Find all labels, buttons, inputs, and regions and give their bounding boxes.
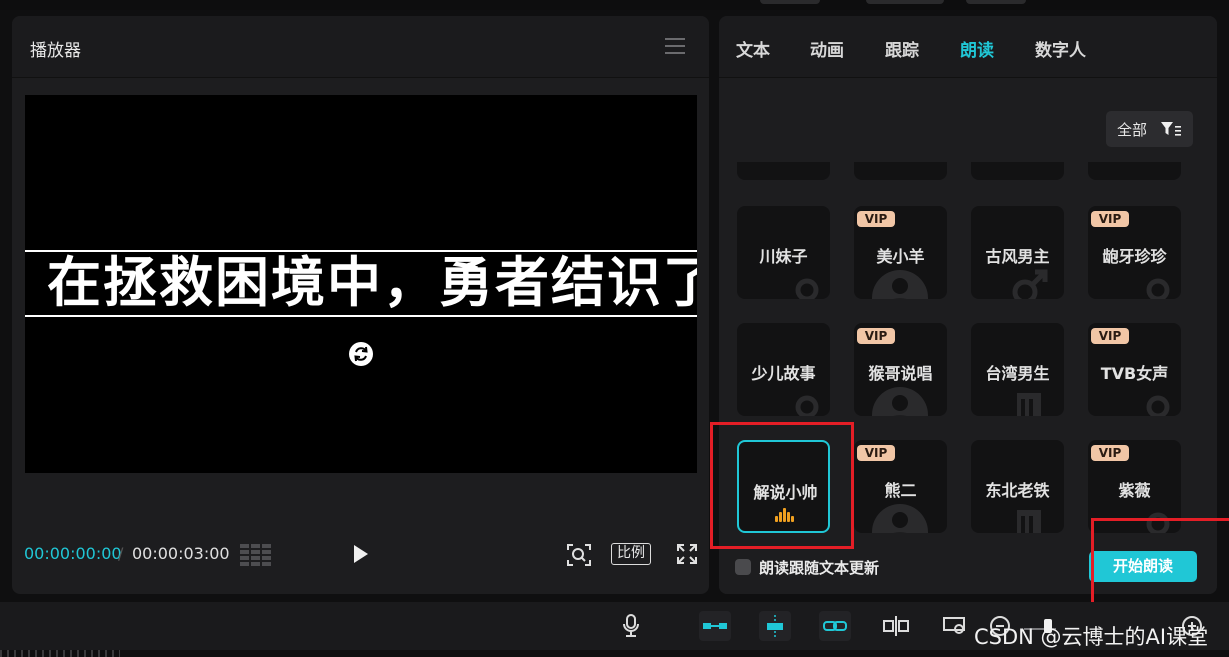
voice-name: 川妹子 — [759, 247, 808, 266]
rotate-icon[interactable] — [349, 342, 373, 366]
tab-read-aloud[interactable]: 朗读 — [960, 36, 994, 61]
filter-icon — [1161, 122, 1181, 136]
top-toolbar-strip — [0, 0, 1229, 10]
player-title: 播放器 — [30, 41, 81, 61]
subtitle-text[interactable]: 在拯救困境中，勇者结识了 — [47, 251, 697, 315]
vip-badge: VIP — [1091, 211, 1129, 227]
preview-zoom-icon[interactable] — [940, 611, 972, 641]
microphone-icon[interactable] — [615, 611, 647, 641]
menu-icon[interactable] — [665, 38, 685, 54]
voice-card[interactable]: VIP 熊二 — [854, 440, 947, 533]
vip-badge: VIP — [1091, 328, 1129, 344]
follow-text-label: 朗读跟随文本更新 — [759, 559, 880, 577]
vip-badge: VIP — [857, 328, 895, 344]
chain-link-icon[interactable] — [819, 611, 851, 641]
app-window: 播放器 在拯救困境中，勇者结识了 00:00:00:00 / 00:00:03:… — [0, 0, 1229, 657]
fullscreen-icon[interactable] — [676, 543, 698, 565]
voice-name: 紫薇 — [1118, 481, 1151, 500]
voice-name: 龅牙珍珍 — [1102, 247, 1167, 266]
voice-card[interactable]: VIP 猴哥说唱 — [854, 323, 947, 416]
vip-badge: VIP — [1091, 445, 1129, 461]
voice-card[interactable]: VIP 美小羊 — [854, 206, 947, 299]
voice-card[interactable]: 台湾男生 — [971, 323, 1064, 416]
voice-name: 猴哥说唱 — [868, 364, 933, 383]
player-panel: 播放器 在拯救困境中，勇者结识了 00:00:00:00 / 00:00:03:… — [12, 16, 709, 594]
voice-name: 少儿故事 — [751, 364, 816, 383]
snap-icon[interactable] — [759, 611, 791, 641]
play-icon[interactable] — [354, 545, 368, 563]
voice-name: 台湾男生 — [985, 364, 1050, 383]
watermark-text: CSDN @云博士的AI课堂 — [974, 625, 1209, 649]
filter-button[interactable]: 全部 — [1106, 111, 1193, 147]
voice-card[interactable]: 古风男主 — [971, 206, 1064, 299]
voice-name: 美小羊 — [876, 247, 925, 266]
top-tab-fragment[interactable] — [760, 0, 820, 4]
vip-badge: VIP — [857, 211, 895, 227]
voice-name: 东北老铁 — [985, 481, 1050, 500]
split-icon[interactable] — [880, 611, 912, 641]
follow-text-checkbox[interactable] — [735, 559, 751, 575]
voice-card[interactable]: VIP TVB女声 — [1088, 323, 1181, 416]
zoom-scan-icon[interactable] — [566, 543, 592, 567]
panel-tabs: 文本 动画 跟踪 朗读 数字人 — [719, 16, 1217, 78]
voice-card-partial[interactable] — [1088, 162, 1181, 180]
total-timecode: 00:00:03:00 — [132, 544, 230, 563]
timecode-separator: / — [118, 544, 124, 563]
voice-card[interactable]: 川妹子 — [737, 206, 830, 299]
tab-text[interactable]: 文本 — [736, 36, 770, 61]
video-canvas[interactable]: 在拯救困境中，勇者结识了 — [25, 95, 697, 473]
voice-name: TVB女声 — [1100, 364, 1169, 383]
top-tab-fragment[interactable] — [966, 0, 1026, 4]
annotation-highlight-button — [1091, 518, 1229, 613]
filter-label: 全部 — [1117, 121, 1148, 139]
subtitle-box-bottom-edge — [25, 315, 697, 317]
voice-card[interactable]: VIP 龅牙珍珍 — [1088, 206, 1181, 299]
voice-card[interactable]: 东北老铁 — [971, 440, 1064, 533]
voice-name: 熊二 — [884, 481, 917, 500]
frame-grid-icon[interactable] — [240, 544, 272, 566]
tab-tracking[interactable]: 跟踪 — [885, 36, 919, 61]
link-track-icon[interactable] — [699, 611, 731, 641]
voice-card-partial[interactable] — [737, 162, 830, 180]
voice-card[interactable]: 少儿故事 — [737, 323, 830, 416]
timeline-ruler — [0, 650, 120, 657]
vip-badge: VIP — [857, 445, 895, 461]
annotation-highlight-voice — [710, 422, 854, 549]
tab-animation[interactable]: 动画 — [810, 36, 844, 61]
current-timecode: 00:00:00:00 — [24, 544, 122, 563]
voice-card-partial[interactable] — [854, 162, 947, 180]
voice-name: 古风男主 — [985, 247, 1050, 266]
player-header: 播放器 — [12, 16, 709, 78]
top-tab-fragment[interactable] — [866, 0, 944, 4]
aspect-ratio-button[interactable]: 比例 — [611, 543, 651, 565]
voice-card-partial[interactable] — [971, 162, 1064, 180]
tab-digital-human[interactable]: 数字人 — [1035, 36, 1086, 61]
